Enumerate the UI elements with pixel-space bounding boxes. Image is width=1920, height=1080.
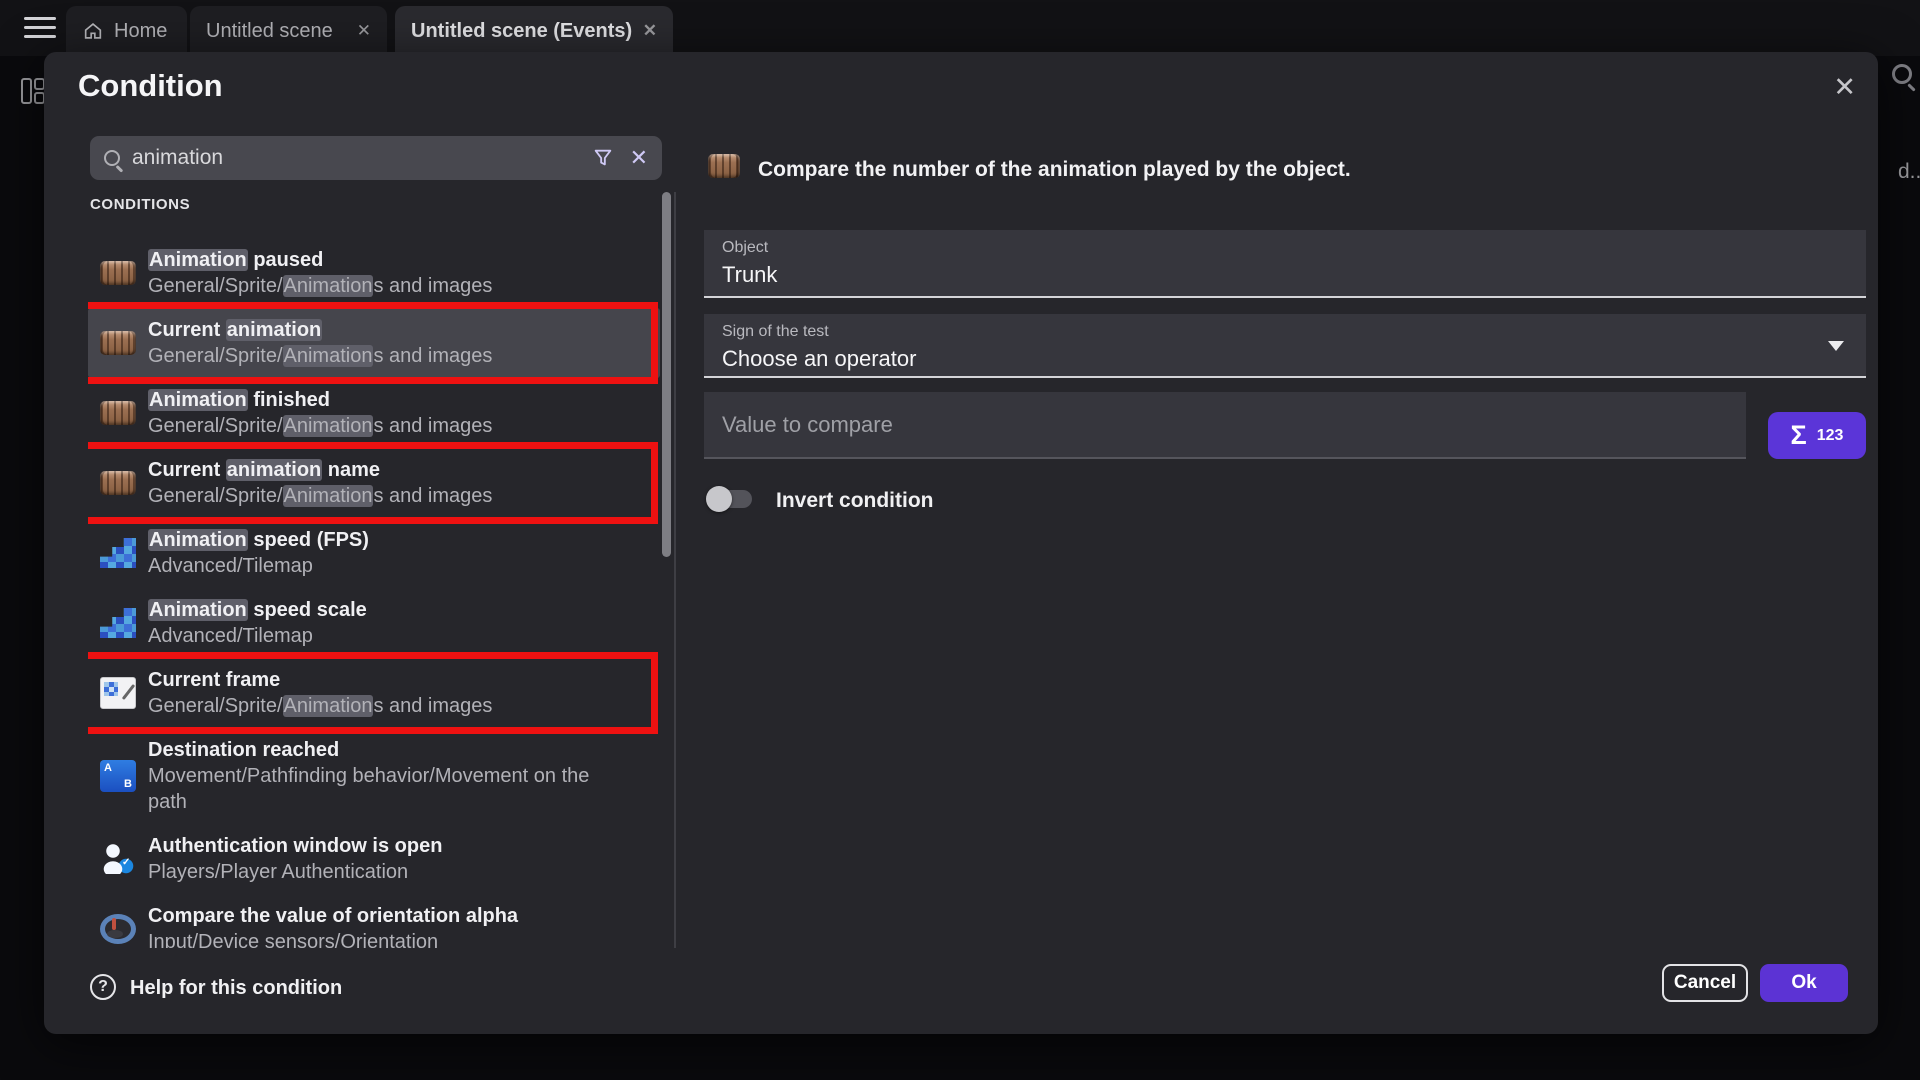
condition-item[interactable]: Animation finishedGeneral/Sprite/Animati… <box>88 378 660 448</box>
film-icon <box>100 261 136 285</box>
help-icon[interactable]: ? <box>90 974 116 1000</box>
condition-item-text: Current animation nameGeneral/Sprite/Ani… <box>148 457 492 509</box>
condition-item-title: Animation speed (FPS) <box>148 527 369 553</box>
condition-item-text: Animation finishedGeneral/Sprite/Animati… <box>148 387 492 439</box>
condition-item-path: Advanced/Tilemap <box>148 553 369 579</box>
condition-item[interactable]: Current animationGeneral/Sprite/Animatio… <box>88 308 660 378</box>
condition-item-path: General/Sprite/Animations and images <box>148 413 492 439</box>
value-to-compare-field[interactable] <box>704 392 1746 459</box>
condition-item-title: Animation finished <box>148 387 492 413</box>
condition-item[interactable]: Animation speed (FPS)Advanced/Tilemap <box>88 518 660 588</box>
condition-item-title: Compare the value of orientation alpha <box>148 903 518 929</box>
close-tab-icon[interactable]: ✕ <box>357 21 371 41</box>
condition-item[interactable]: Destination reachedMovement/Pathfinding … <box>88 728 660 824</box>
condition-item-path: General/Sprite/Animations and images <box>148 693 492 719</box>
tab-label: Untitled scene (Events) <box>411 20 632 43</box>
frame-icon <box>100 677 136 709</box>
close-dialog-icon[interactable]: ✕ <box>1833 72 1856 103</box>
auth-icon <box>100 844 136 874</box>
condition-item-title: Current frame <box>148 667 492 693</box>
close-tab-icon[interactable]: ✕ <box>643 21 657 41</box>
condition-item-title: Current animation <box>148 317 492 343</box>
tab-home[interactable]: Home <box>66 6 187 56</box>
tilemap-icon <box>100 538 136 568</box>
panel-divider <box>674 192 676 948</box>
condition-item[interactable]: Compare the value of orientation alphaIn… <box>88 894 660 948</box>
condition-item-text: Current animationGeneral/Sprite/Animatio… <box>148 317 492 369</box>
condition-item[interactable]: Animation pausedGeneral/Sprite/Animation… <box>88 238 660 308</box>
operator-select[interactable]: Sign of the test Choose an operator <box>704 314 1866 378</box>
operator-select-label: Sign of the test <box>722 323 1848 341</box>
expression-builder-button[interactable]: Σ 123 <box>1768 412 1866 459</box>
condition-item-path: General/Sprite/Animations and images <box>148 343 492 369</box>
object-field[interactable]: Object Trunk <box>704 230 1866 298</box>
condition-item-path: Movement/Pathfinding behavior/Movement o… <box>148 763 618 815</box>
condition-item-text: Compare the value of orientation alphaIn… <box>148 903 518 948</box>
invert-condition-toggle[interactable] <box>706 486 754 512</box>
tab-label: Untitled scene <box>206 20 333 43</box>
home-icon <box>82 20 104 42</box>
sigma-icon: Σ <box>1791 420 1807 451</box>
film-icon <box>100 471 136 495</box>
condition-item[interactable]: Animation speed scaleAdvanced/Tilemap <box>88 588 660 658</box>
value-to-compare-input[interactable] <box>722 412 1728 438</box>
search-input[interactable] <box>132 146 580 170</box>
tab-label: Home <box>114 20 167 43</box>
top-bar: Home Untitled scene ✕ Untitled scene (Ev… <box>0 0 1920 56</box>
film-icon <box>100 401 136 425</box>
ok-button[interactable]: Ok <box>1760 964 1848 1002</box>
condition-item-title: Animation paused <box>148 247 492 273</box>
condition-item-title: Destination reached <box>148 737 618 763</box>
tab-untitled-scene-events[interactable]: Untitled scene (Events) ✕ <box>395 6 673 56</box>
condition-item-text: Animation speed (FPS)Advanced/Tilemap <box>148 527 369 579</box>
condition-item-path: Input/Device sensors/Orientation <box>148 929 518 948</box>
conditions-list: Animation pausedGeneral/Sprite/Animation… <box>88 238 660 948</box>
condition-item-text: Current frameGeneral/Sprite/Animations a… <box>148 667 492 719</box>
help-link[interactable]: Help for this condition <box>130 977 342 1000</box>
sigma-badge: 123 <box>1817 427 1844 445</box>
condition-item-title: Current animation name <box>148 457 492 483</box>
condition-item-path: Advanced/Tilemap <box>148 623 367 649</box>
condition-item[interactable]: Authentication window is openPlayers/Pla… <box>88 824 660 894</box>
condition-item-text: Animation speed scaleAdvanced/Tilemap <box>148 597 367 649</box>
panels-layout-icon[interactable] <box>20 76 46 106</box>
filter-icon[interactable] <box>592 147 614 169</box>
gdevelop-app: Home Untitled scene ✕ Untitled scene (Ev… <box>0 0 1920 1080</box>
dialog-title: Condition <box>78 68 223 104</box>
condition-description: Compare the number of the animation play… <box>758 158 1818 182</box>
condition-item-path: General/Sprite/Animations and images <box>148 273 492 299</box>
condition-search-bar[interactable]: ✕ <box>90 136 662 180</box>
invert-condition-label: Invert condition <box>776 489 934 513</box>
conditions-section-header: CONDITIONS <box>90 196 190 213</box>
object-field-value: Trunk <box>722 262 1848 288</box>
condition-item-path: General/Sprite/Animations and images <box>148 483 492 509</box>
path-icon <box>100 760 136 792</box>
object-field-label: Object <box>722 239 1848 257</box>
animation-icon <box>708 154 740 178</box>
condition-item-text: Animation pausedGeneral/Sprite/Animation… <box>148 247 492 299</box>
film-icon <box>100 331 136 355</box>
cancel-button[interactable]: Cancel <box>1662 964 1748 1002</box>
condition-item-title: Animation speed scale <box>148 597 367 623</box>
list-scrollbar[interactable] <box>662 192 671 557</box>
condition-item-text: Destination reachedMovement/Pathfinding … <box>148 737 618 815</box>
condition-item[interactable]: Current frameGeneral/Sprite/Animations a… <box>88 658 660 728</box>
tilemap-icon <box>100 608 136 638</box>
condition-dialog: Condition ✕ ✕ CONDITIONS Animation pause… <box>44 52 1878 1034</box>
hamburger-menu-icon[interactable] <box>24 17 56 44</box>
search-icon[interactable] <box>1892 64 1912 84</box>
condition-item-path: Players/Player Authentication <box>148 859 442 885</box>
operator-select-value: Choose an operator <box>722 346 1848 372</box>
condition-item-title: Authentication window is open <box>148 833 442 859</box>
toggle-knob <box>706 486 732 512</box>
orientation-icon <box>100 914 136 944</box>
search-icon <box>104 150 120 166</box>
condition-item-text: Authentication window is openPlayers/Pla… <box>148 833 442 885</box>
truncated-background-text: d... <box>1898 160 1920 184</box>
chevron-down-icon <box>1828 341 1844 351</box>
tab-untitled-scene[interactable]: Untitled scene ✕ <box>190 6 387 56</box>
clear-search-icon[interactable]: ✕ <box>630 145 648 171</box>
condition-item[interactable]: Current animation nameGeneral/Sprite/Ani… <box>88 448 660 518</box>
